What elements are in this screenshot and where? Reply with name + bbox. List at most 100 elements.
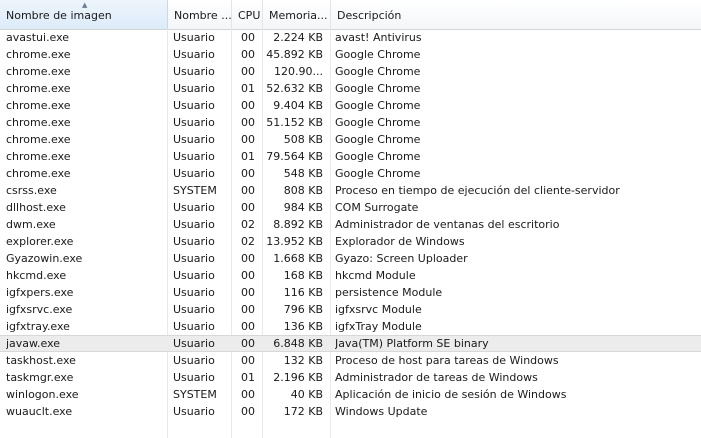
process-row[interactable]: taskmgr.exe Usuario 01 2.196 KB Administrado… <box>0 369 701 386</box>
process-description: Aplicación de inicio de sesión de Window… <box>335 388 567 401</box>
process-name: Gyazowin.exe <box>6 252 83 265</box>
process-cpu: 00 <box>241 65 255 78</box>
process-name: taskmgr.exe <box>6 371 74 384</box>
process-description: Gyazo: Screen Uploader <box>335 252 468 265</box>
process-cpu: 00 <box>241 252 255 265</box>
process-cpu: 00 <box>241 337 255 350</box>
process-row[interactable]: wuauclt.exe Usuario 00 172 KB Windows Update <box>0 403 701 420</box>
process-user: Usuario <box>173 65 215 78</box>
process-memory: 132 KB <box>283 354 323 367</box>
process-user: Usuario <box>173 320 215 333</box>
process-description: igfxTray Module <box>335 320 422 333</box>
process-name: javaw.exe <box>6 337 61 350</box>
process-memory: 45.892 KB <box>266 48 323 61</box>
process-description: COM Surrogate <box>335 201 419 214</box>
process-cpu: 00 <box>241 201 255 214</box>
process-description: Google Chrome <box>335 167 421 180</box>
process-list: avastui.exe Usuario 00 2.224 KB avast! Antiv… <box>0 29 701 420</box>
process-cpu: 00 <box>241 31 255 44</box>
process-row[interactable]: winlogon.exe SYSTEM 00 40 KB Aplicación de i… <box>0 386 701 403</box>
process-row[interactable]: igfxtray.exe Usuario 00 136 KB igfxTray Modu… <box>0 318 701 335</box>
process-row[interactable]: igfxpers.exe Usuario 00 116 KB persistence M… <box>0 284 701 301</box>
process-description: hkcmd Module <box>335 269 416 282</box>
process-row[interactable]: hkcmd.exe Usuario 00 168 KB hkcmd Module <box>0 267 701 284</box>
process-user: Usuario <box>173 82 215 95</box>
column-header-description[interactable]: Descripción <box>331 0 701 29</box>
process-name: igfxpers.exe <box>6 286 74 299</box>
process-cpu: 00 <box>241 286 255 299</box>
process-name: hkcmd.exe <box>6 269 67 282</box>
column-header-bar: ▲ Nombre de imagen Nombre ... CPU Memori… <box>0 0 701 30</box>
column-header-cpu[interactable]: CPU <box>232 0 263 29</box>
process-memory: 9.404 KB <box>273 99 323 112</box>
process-cpu: 00 <box>241 184 255 197</box>
process-row[interactable]: chrome.exe Usuario 01 52.632 KB Google Chrom… <box>0 80 701 97</box>
process-memory: 2.224 KB <box>273 31 323 44</box>
process-name: winlogon.exe <box>6 388 79 401</box>
process-cpu: 01 <box>241 150 255 163</box>
process-row[interactable]: javaw.exe Usuario 00 6.848 KB Java(TM) Platf… <box>0 335 701 352</box>
process-memory: 2.196 KB <box>273 371 323 384</box>
process-user: Usuario <box>173 167 215 180</box>
process-description: Java(TM) Platform SE binary <box>335 337 489 350</box>
process-user: Usuario <box>173 218 215 231</box>
process-name: explorer.exe <box>6 235 74 248</box>
process-memory: 40 KB <box>290 388 323 401</box>
process-row[interactable]: explorer.exe Usuario 02 13.952 KB Explorador… <box>0 233 701 250</box>
process-user: Usuario <box>173 235 215 248</box>
process-memory: 168 KB <box>283 269 323 282</box>
process-description: Explorador de Windows <box>335 235 465 248</box>
process-row[interactable]: chrome.exe Usuario 00 9.404 KB Google Chrome <box>0 97 701 114</box>
process-row[interactable]: dwm.exe Usuario 02 8.892 KB Administrador de… <box>0 216 701 233</box>
process-cpu: 00 <box>241 133 255 146</box>
process-user: Usuario <box>173 31 215 44</box>
process-row[interactable]: avastui.exe Usuario 00 2.224 KB avast! Antiv… <box>0 29 701 46</box>
process-cpu: 00 <box>241 405 255 418</box>
process-name: chrome.exe <box>6 65 71 78</box>
column-header-memory[interactable]: Memoria... <box>263 0 331 29</box>
process-user: Usuario <box>173 303 215 316</box>
process-description: Google Chrome <box>335 116 421 129</box>
process-cpu: 00 <box>241 48 255 61</box>
process-cpu: 00 <box>241 303 255 316</box>
process-cpu: 00 <box>241 116 255 129</box>
process-user: SYSTEM <box>173 184 217 197</box>
column-header-user[interactable]: Nombre ... <box>168 0 232 29</box>
process-user: Usuario <box>173 269 215 282</box>
process-description: Google Chrome <box>335 65 421 78</box>
process-description: persistence Module <box>335 286 443 299</box>
column-header-label: CPU <box>238 9 261 22</box>
process-name: wuauclt.exe <box>6 405 73 418</box>
process-row[interactable]: chrome.exe Usuario 00 51.152 KB Google Chrom… <box>0 114 701 131</box>
process-row[interactable]: igfxsrvc.exe Usuario 00 796 KB igfxsrvc Modu… <box>0 301 701 318</box>
process-description: igfxsrvc Module <box>335 303 422 316</box>
process-row[interactable]: chrome.exe Usuario 00 548 KB Google Chrome <box>0 165 701 182</box>
process-user: SYSTEM <box>173 388 217 401</box>
process-memory: 984 KB <box>283 201 323 214</box>
process-memory: 13.952 KB <box>266 235 323 248</box>
process-row[interactable]: chrome.exe Usuario 00 120.90... Google Chrom… <box>0 63 701 80</box>
process-row[interactable]: chrome.exe Usuario 00 508 KB Google Chrome <box>0 131 701 148</box>
process-memory: 51.152 KB <box>266 116 323 129</box>
column-header-image-name[interactable]: ▲ Nombre de imagen <box>0 0 168 29</box>
process-row[interactable]: chrome.exe Usuario 00 45.892 KB Google Chrom… <box>0 46 701 63</box>
column-header-label: Memoria... <box>269 9 328 22</box>
process-memory: 796 KB <box>283 303 323 316</box>
process-name: igfxtray.exe <box>6 320 70 333</box>
process-row[interactable]: dllhost.exe Usuario 00 984 KB COM Surrogate <box>0 199 701 216</box>
process-description: Google Chrome <box>335 82 421 95</box>
process-cpu: 02 <box>241 235 255 248</box>
process-row[interactable]: Gyazowin.exe Usuario 00 1.668 KB Gyazo: Scre… <box>0 250 701 267</box>
process-row[interactable]: csrss.exe SYSTEM 00 808 KB Proceso en tiempo… <box>0 182 701 199</box>
process-memory: 1.668 KB <box>273 252 323 265</box>
process-description: Proceso en tiempo de ejecución del clien… <box>335 184 620 197</box>
process-name: igfxsrvc.exe <box>6 303 73 316</box>
process-user: Usuario <box>173 99 215 112</box>
process-name: chrome.exe <box>6 82 71 95</box>
process-row[interactable]: taskhost.exe Usuario 00 132 KB Proceso de ho… <box>0 352 701 369</box>
column-header-label: Nombre de imagen <box>6 9 112 22</box>
process-memory: 6.848 KB <box>273 337 323 350</box>
process-name: chrome.exe <box>6 150 71 163</box>
process-name: avastui.exe <box>6 31 70 44</box>
process-row[interactable]: chrome.exe Usuario 01 79.564 KB Google Chrom… <box>0 148 701 165</box>
